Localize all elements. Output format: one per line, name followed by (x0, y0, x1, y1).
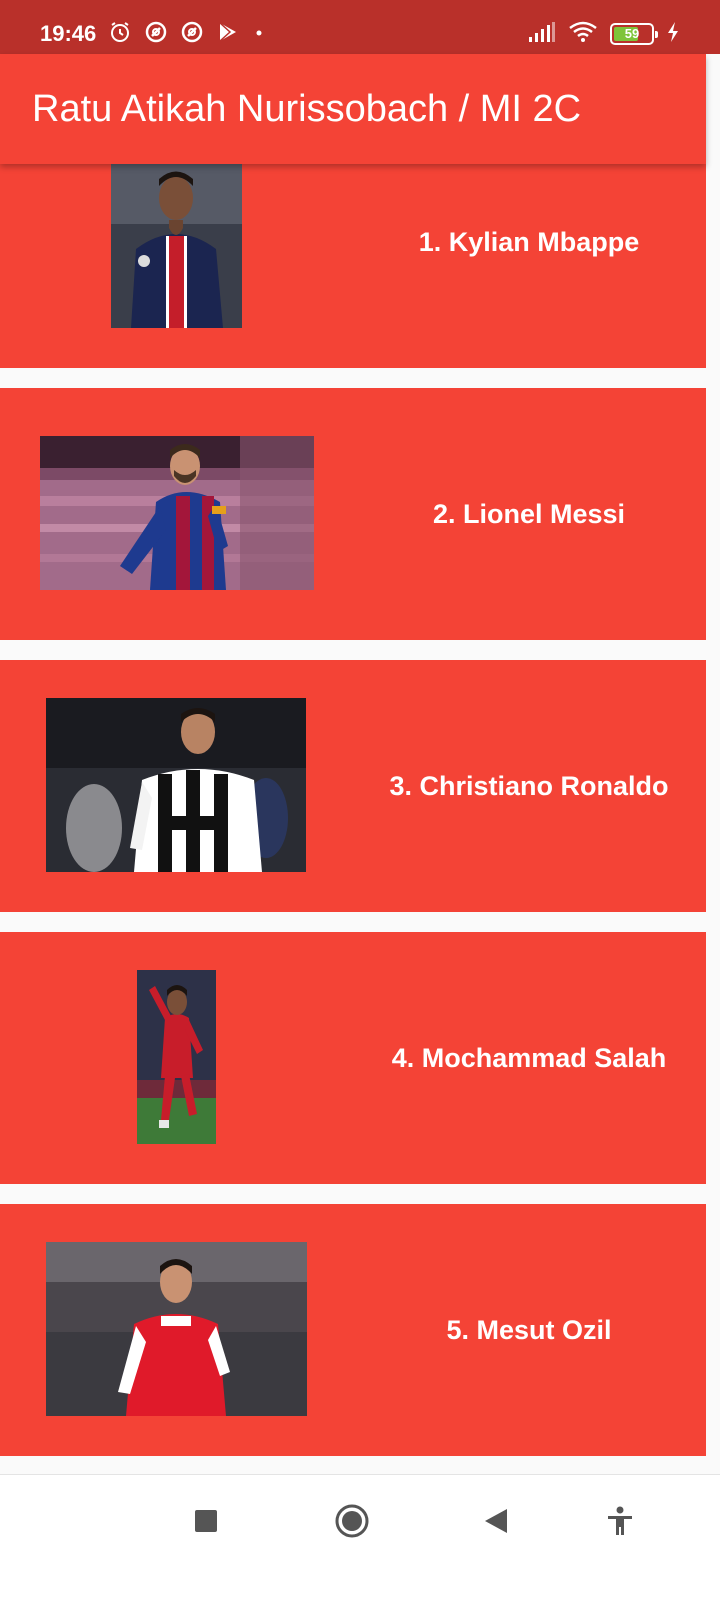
back-button[interactable] (466, 1503, 526, 1543)
home-icon (334, 1503, 370, 1544)
player-photo (137, 970, 216, 1144)
player-name: 2. Lionel Messi (432, 499, 626, 529)
dot-icon (252, 20, 266, 49)
app-title: Ratu Atikah Nurissobach / MI 2C (32, 88, 582, 130)
wifi-icon (568, 21, 598, 48)
recents-button[interactable] (176, 1503, 236, 1543)
charging-icon (666, 21, 680, 48)
status-icons-right: 59 (528, 20, 680, 48)
app-bar: Ratu Atikah Nurissobach / MI 2C (0, 54, 706, 164)
back-icon (483, 1507, 509, 1540)
battery-level: 59 (624, 26, 640, 41)
list-item[interactable]: 4. Mochammad Salah (0, 932, 706, 1184)
list-item[interactable]: 3. Christiano Ronaldo (0, 660, 706, 912)
player-photo (46, 698, 306, 872)
player-name: 4. Mochammad Salah (391, 1043, 667, 1073)
status-icons-left (108, 20, 266, 48)
home-button[interactable] (322, 1503, 382, 1543)
player-photo (46, 1242, 307, 1416)
player-name: 1. Kylian Mbappe (418, 227, 640, 257)
battery-icon: 59 (610, 23, 658, 45)
data-saver-icon (180, 20, 204, 49)
accessibility-button[interactable] (590, 1503, 650, 1543)
play-store-icon (216, 20, 240, 49)
signal-icon (528, 21, 556, 48)
status-bar: 19:46 59 (0, 0, 720, 54)
player-photo (40, 436, 314, 590)
recents-icon (193, 1508, 219, 1539)
list-item[interactable]: 2. Lionel Messi (0, 388, 706, 640)
scroll-track (706, 54, 720, 1474)
alarm-icon (108, 20, 132, 49)
accessibility-icon (606, 1506, 634, 1541)
player-photo (111, 164, 242, 328)
status-time: 19:46 (40, 21, 97, 46)
data-saver-icon (144, 20, 168, 49)
player-name: 3. Christiano Ronaldo (389, 771, 669, 801)
nav-bar (0, 1474, 720, 1600)
player-name: 5. Mesut Ozil (446, 1315, 612, 1345)
list-item[interactable]: 5. Mesut Ozil (0, 1204, 706, 1456)
